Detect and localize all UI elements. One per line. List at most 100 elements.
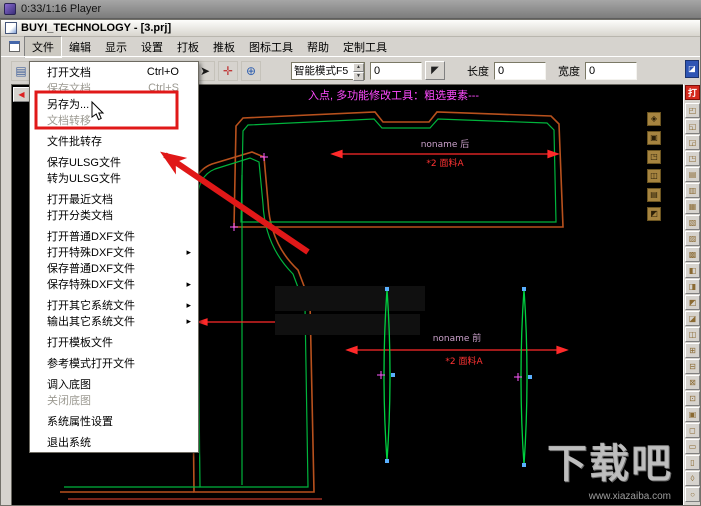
right-tool-button-22[interactable]: ▭	[685, 439, 700, 454]
menu-item[interactable]: 转为ULSG文件	[31, 170, 197, 186]
mode-select[interactable]: 智能模式F5 ▲ ▼	[291, 61, 365, 81]
menu-item[interactable]: 关闭底图	[31, 392, 197, 408]
right-tool-button-6[interactable]: ▥	[685, 183, 700, 198]
menu-item-label: 保存普通DXF文件	[47, 263, 135, 275]
length-input[interactable]	[494, 61, 546, 80]
menu-item[interactable]: 打开最近文档	[31, 191, 197, 207]
menu-item-label: 参考模式打开文件	[47, 358, 135, 370]
right-tool-button-20[interactable]: ▣	[685, 407, 700, 422]
window-titlebar[interactable]: BUYI_TECHNOLOGY - [3.prj]	[1, 20, 700, 37]
menu-item-label: 打开分类文档	[47, 210, 113, 222]
right-tool-button-19[interactable]: ⊡	[685, 391, 700, 406]
right-tool-button-11[interactable]: ◧	[685, 263, 700, 278]
right-tool-button-15[interactable]: ◫	[685, 327, 700, 342]
new-file-icon[interactable]: ▤	[11, 60, 31, 81]
menu-separator	[33, 294, 195, 295]
menu-item[interactable]: 保存特殊DXF文件 ▸	[31, 276, 197, 292]
right-tool-button-13[interactable]: ◩	[685, 295, 700, 310]
menu-item-label: 保存ULSG文件	[47, 157, 121, 169]
width-input[interactable]	[585, 61, 637, 80]
menu-item[interactable]: 参考模式打开文件	[31, 355, 197, 371]
screen: 0:33/1:16 Player BUYI_TECHNOLOGY - [3.pr…	[0, 0, 701, 506]
menu-separator	[33, 352, 195, 353]
menu-item-label: 保存文档	[47, 83, 91, 95]
menu-separator	[33, 331, 195, 332]
app-window: BUYI_TECHNOLOGY - [3.prj] 文件 编辑 显示 设置 打板 推板 图标…	[0, 19, 701, 506]
menu-item[interactable]: 打开文档 Ctrl+O	[31, 64, 197, 80]
right-tool-button-2[interactable]: ◱	[685, 119, 700, 134]
spin-up-icon[interactable]: ▲	[353, 62, 364, 72]
menubar-item-5[interactable]: 打板	[170, 37, 206, 57]
right-tool-button-8[interactable]: ▧	[685, 215, 700, 230]
right-tool-button-23[interactable]: ▯	[685, 455, 700, 470]
canvas-side-tool-4[interactable]: ◫	[647, 169, 661, 183]
canvas-side-tool-3[interactable]: ◳	[647, 150, 661, 164]
app-icon	[5, 22, 17, 34]
right-tool-button-14[interactable]: ◪	[685, 311, 700, 326]
menu-item[interactable]: 保存文档 Ctrl+S	[31, 80, 197, 96]
menu-item[interactable]: 打开模板文件	[31, 334, 197, 350]
menu-item[interactable]: 退出系统	[31, 434, 197, 450]
value-input[interactable]	[370, 61, 422, 80]
player-title: 0:33/1:16 Player	[21, 3, 102, 15]
menu-item[interactable]: 系统属性设置	[31, 413, 197, 429]
menubar-item-6[interactable]: 推板	[206, 37, 242, 57]
right-tool-button-24[interactable]: ◊	[685, 471, 700, 486]
menubar-item-7[interactable]: 图标工具	[242, 37, 300, 57]
file-menu: 打开文档 Ctrl+O 保存文档 Ctrl+S 另存为... 文档转移文件批转存保存ULS…	[29, 61, 199, 453]
menu-item-shortcut: Ctrl+S	[148, 82, 179, 94]
back-button[interactable]: ◀	[13, 87, 30, 102]
right-tool-button-4[interactable]: ◳	[685, 151, 700, 166]
toolbar-end-button[interactable]: ◪	[685, 60, 699, 78]
refresh-icon[interactable]: ⊕	[241, 60, 261, 81]
canvas-side-tool-6[interactable]: ◩	[647, 207, 661, 221]
width-label: 宽度	[558, 65, 580, 78]
menu-item[interactable]: 文档转移	[31, 112, 197, 128]
menubar-item-3[interactable]: 显示	[98, 37, 134, 57]
menu-separator	[33, 431, 195, 432]
canvas-side-tool-5[interactable]: ▤	[647, 188, 661, 202]
right-tool-button-12[interactable]: ◨	[685, 279, 700, 294]
menu-item-label: 文件批转存	[47, 136, 102, 148]
right-tool-button-5[interactable]: ▤	[685, 167, 700, 182]
right-tool-button-21[interactable]: ◻	[685, 423, 700, 438]
menu-item[interactable]: 保存普通DXF文件	[31, 260, 197, 276]
menu-item[interactable]: 打开其它系统文件 ▸	[31, 297, 197, 313]
point-markers	[230, 153, 522, 381]
pick-tool-button[interactable]: ◤	[425, 61, 445, 80]
length-label: 长度	[467, 65, 489, 78]
menu-item[interactable]: 打开特殊DXF文件 ▸	[31, 244, 197, 260]
menubar-item-2[interactable]: 编辑	[62, 37, 98, 57]
right-tool-button-25[interactable]: ○	[685, 487, 700, 502]
right-tool-button-17[interactable]: ⊟	[685, 359, 700, 374]
right-tool-button-16[interactable]: ⊞	[685, 343, 700, 358]
right-tool-button-10[interactable]: ▩	[685, 247, 700, 262]
menu-item[interactable]: 输出其它系统文件 ▸	[31, 313, 197, 329]
menu-item-label: 关闭底图	[47, 395, 91, 407]
menubar-item-1[interactable]: 文件	[24, 35, 62, 58]
document-icon	[9, 41, 20, 52]
right-tool-button-7[interactable]: ▦	[685, 199, 700, 214]
menu-item[interactable]: 打开分类文档	[31, 207, 197, 223]
menu-item[interactable]: 文件批转存	[31, 133, 197, 149]
canvas-side-tool-1[interactable]: ◈	[647, 112, 661, 126]
menu-item[interactable]: 调入底图	[31, 376, 197, 392]
menu-item[interactable]: 保存ULSG文件	[31, 154, 197, 170]
print-button[interactable]: 打	[685, 85, 700, 100]
menubar-item-4[interactable]: 设置	[134, 37, 170, 57]
mode-select-value: 智能模式F5	[294, 65, 349, 77]
right-tool-button-1[interactable]: ◰	[685, 103, 700, 118]
right-tool-button-9[interactable]: ▨	[685, 231, 700, 246]
menu-item[interactable]: 打开普通DXF文件	[31, 228, 197, 244]
player-title-bar[interactable]: 0:33/1:16 Player	[0, 0, 701, 19]
canvas-side-tools: ◈ ▣ ◳ ◫ ▤ ◩	[647, 112, 661, 221]
mode-spinner[interactable]: ▲ ▼	[353, 62, 364, 81]
spin-down-icon[interactable]: ▼	[353, 71, 364, 81]
right-tool-button-3[interactable]: ◲	[685, 135, 700, 150]
point-edit-icon[interactable]: ✛	[218, 60, 238, 81]
canvas-side-tool-2[interactable]: ▣	[647, 131, 661, 145]
right-tool-button-18[interactable]: ⊠	[685, 375, 700, 390]
menu-item[interactable]: 另存为...	[31, 96, 197, 112]
menubar-item-9[interactable]: 定制工具	[336, 37, 394, 57]
menubar-item-8[interactable]: 帮助	[300, 37, 336, 57]
